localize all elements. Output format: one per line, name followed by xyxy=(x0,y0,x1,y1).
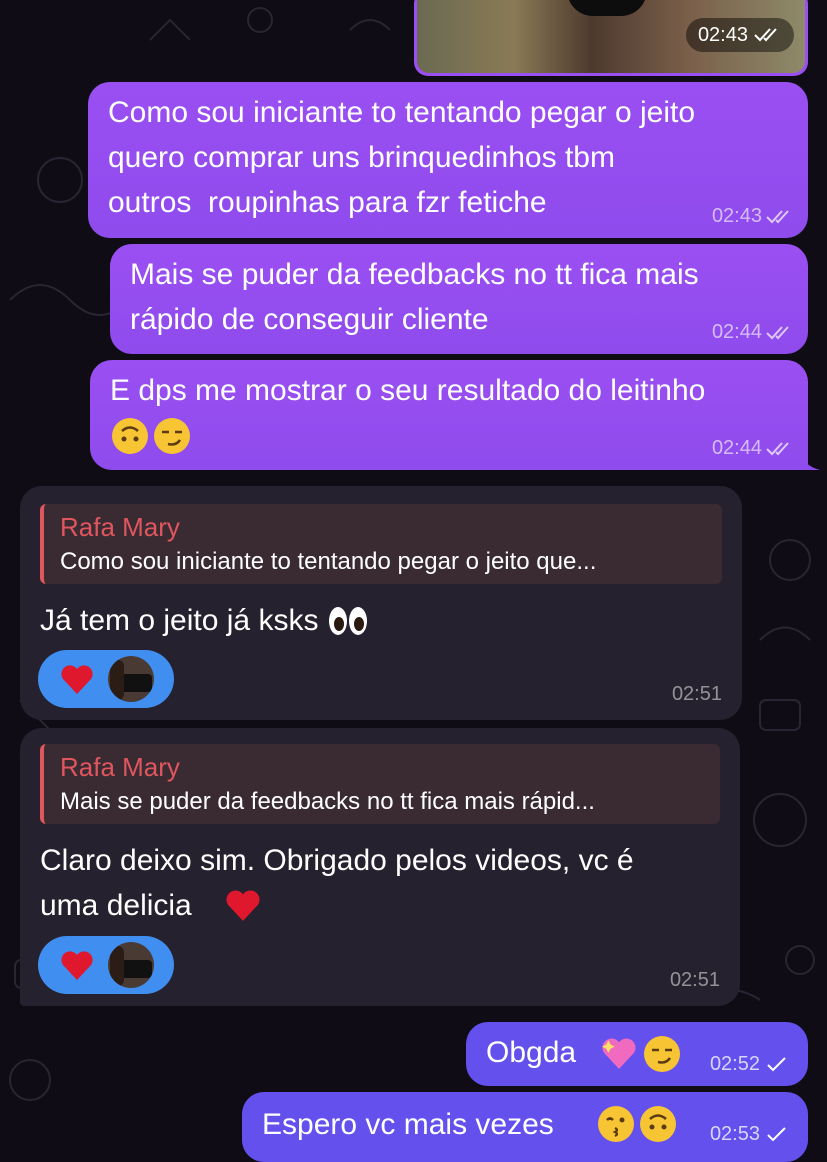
bubble-tail-icon xyxy=(800,452,820,470)
message-time: 02:52 xyxy=(709,1053,760,1075)
message-time: 02:51 xyxy=(671,683,722,705)
message-time: 02:44 xyxy=(711,437,762,459)
red-heart-icon xyxy=(226,890,260,921)
eyes-icon xyxy=(328,604,368,638)
incoming-message-2[interactable]: Rafa Mary Mais se puder da feedbacks no … xyxy=(20,728,740,1006)
photo-time: 02:43 xyxy=(697,23,748,46)
message-meta: 02:51 xyxy=(672,683,722,706)
reply-preview[interactable]: Rafa Mary Mais se puder da feedbacks no … xyxy=(40,744,720,824)
red-heart-icon xyxy=(61,951,93,980)
outgoing-message-2[interactable]: Mais se puder da feedbacks no tt fica ma… xyxy=(110,244,808,354)
read-ticks-icon xyxy=(766,209,789,223)
incoming-message-1[interactable]: Rafa Mary Como sou iniciante to tentando… xyxy=(20,486,742,720)
outgoing-message-3[interactable]: E dps me mostrar o seu resultado do leit… xyxy=(90,360,808,470)
message-meta: 02:51 xyxy=(670,969,720,992)
message-meta: 02:53 xyxy=(710,1123,792,1146)
message-meta: 02:52 xyxy=(710,1053,792,1076)
smirking-face-icon xyxy=(644,1036,680,1072)
read-ticks-icon xyxy=(754,28,777,42)
message-emojis xyxy=(600,1036,680,1072)
message-time: 02:44 xyxy=(711,321,762,343)
message-meta: 02:43 xyxy=(712,205,794,228)
message-text: Obgda xyxy=(486,1036,577,1069)
message-text: Já tem o jeito já ksks xyxy=(40,604,319,637)
message-body: Já tem o jeito já ksks xyxy=(40,598,368,643)
reactor-avatar xyxy=(108,942,154,988)
message-time: 02:43 xyxy=(711,205,762,227)
photo-time-badge: 02:43 xyxy=(685,18,794,52)
sparkling-heart-icon xyxy=(602,1038,636,1069)
message-emojis xyxy=(598,1106,676,1142)
photo-message[interactable]: 02:43 xyxy=(414,0,808,76)
message-emojis xyxy=(112,418,190,454)
reply-preview[interactable]: Rafa Mary Como sou iniciante to tentando… xyxy=(40,504,722,584)
message-text: E dps me mostrar o seu resultado do leit… xyxy=(110,374,706,407)
message-time: 02:51 xyxy=(669,969,720,991)
kissing-face-icon xyxy=(598,1106,634,1142)
reply-sender-name: Rafa Mary xyxy=(60,752,180,782)
message-time: 02:53 xyxy=(709,1123,760,1145)
outgoing-message-5[interactable]: Espero vc mais vezes 02:53 xyxy=(242,1092,808,1162)
reaction-chip[interactable] xyxy=(38,936,174,994)
upside-down-face-icon xyxy=(640,1106,676,1142)
read-ticks-icon xyxy=(766,441,789,455)
message-meta: 02:44 xyxy=(712,321,794,344)
outgoing-message-1[interactable]: Como sou iniciante to tentando pegar o j… xyxy=(88,82,808,238)
outgoing-message-4[interactable]: Obgda 02:52 xyxy=(466,1022,808,1086)
message-meta: 02:44 xyxy=(712,437,794,460)
reply-sender-name: Rafa Mary xyxy=(60,512,180,542)
message-text: Claro deixo sim. Obrigado pelos videos, … xyxy=(40,844,634,922)
reply-snippet: Mais se puder da feedbacks no tt fica ma… xyxy=(60,788,595,815)
message-text: Espero vc mais vezes xyxy=(262,1108,554,1141)
sent-tick-icon xyxy=(767,1126,786,1141)
red-heart-icon xyxy=(61,665,93,694)
reply-snippet: Como sou iniciante to tentando pegar o j… xyxy=(60,548,597,575)
smirking-face-icon xyxy=(154,418,190,454)
reactor-avatar xyxy=(108,656,154,702)
message-text: Mais se puder da feedbacks no tt fica ma… xyxy=(130,258,699,336)
read-ticks-icon xyxy=(766,325,789,339)
upside-down-face-icon xyxy=(112,418,148,454)
message-text: Como sou iniciante to tentando pegar o j… xyxy=(108,96,696,219)
sent-tick-icon xyxy=(767,1056,786,1071)
reaction-chip[interactable] xyxy=(38,650,174,708)
